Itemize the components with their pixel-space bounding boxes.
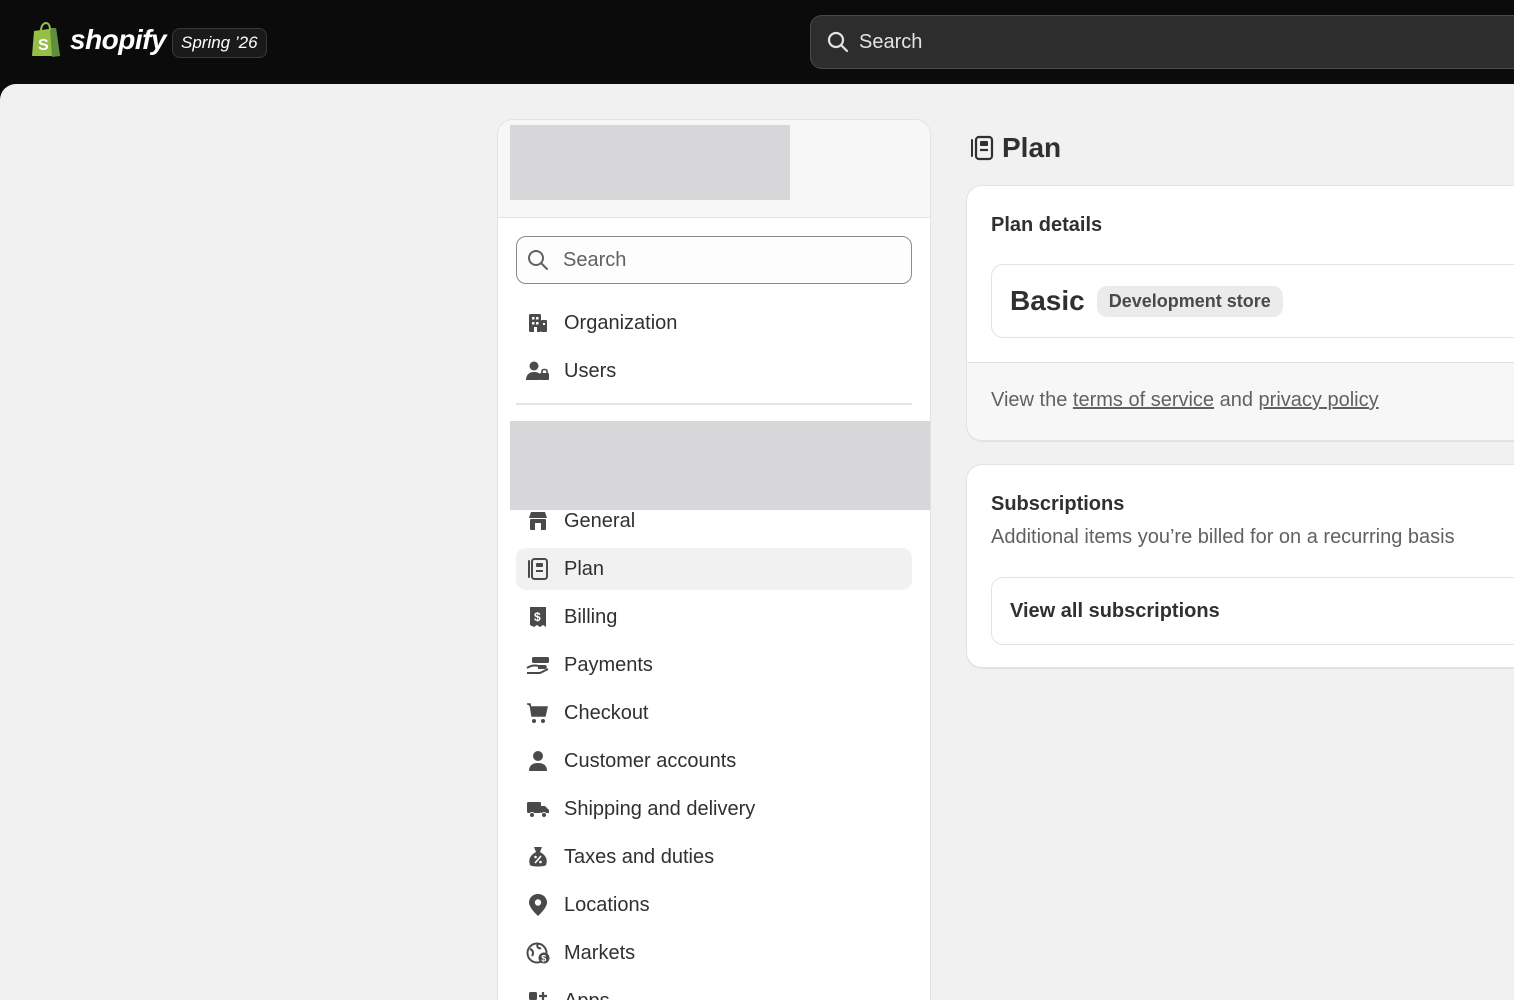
- sidebar-item-label: Customer accounts: [564, 749, 737, 772]
- edition-badge[interactable]: Spring ’26: [172, 28, 267, 58]
- status-badge: Development store: [1096, 285, 1283, 317]
- sidebar-item-label: Checkout: [564, 701, 649, 724]
- sidebar-item-label: General: [564, 509, 636, 532]
- subscriptions-title: Subscriptions: [991, 493, 1125, 515]
- shopify-wordmark: shopify: [70, 24, 167, 55]
- tax-bag-icon: [526, 845, 550, 869]
- sidebar-item-taxes[interactable]: Taxes and duties: [516, 836, 912, 878]
- sidebar-item-label: Apps: [564, 990, 610, 1000]
- sidebar-item-apps[interactable]: Apps: [516, 980, 912, 1000]
- globe-icon: $: [526, 941, 550, 965]
- plan-details-card: Plan details Basic Development store Vie…: [966, 185, 1514, 441]
- apps-icon: [526, 989, 550, 1000]
- sidebar-item-customer-accounts[interactable]: Customer accounts: [516, 740, 912, 782]
- payments-icon: [526, 653, 550, 677]
- sidebar-item-payments[interactable]: Payments: [516, 644, 912, 686]
- global-search-input[interactable]: [859, 30, 1459, 54]
- location-pin-icon: [526, 893, 550, 917]
- sidebar-divider: [516, 403, 912, 405]
- global-search[interactable]: [810, 15, 1514, 69]
- sidebar-item-shipping[interactable]: Shipping and delivery: [516, 788, 912, 830]
- redacted-section: [510, 421, 930, 510]
- sidebar-item-label: Taxes and duties: [564, 845, 715, 868]
- page-title-text: Plan: [1002, 132, 1062, 163]
- plan-name: Basic: [1010, 285, 1085, 316]
- subscriptions-card: Subscriptions Additional items you’re bi…: [966, 464, 1514, 668]
- terms-of-service-link[interactable]: terms of service: [1073, 389, 1214, 411]
- svg-text:S: S: [38, 37, 49, 54]
- store-header: [498, 120, 930, 218]
- person-icon: [526, 749, 550, 773]
- users-icon: [526, 359, 550, 383]
- footer-text-prefix: View the: [991, 389, 1073, 411]
- search-icon: [827, 31, 849, 53]
- store-icon: [526, 509, 550, 533]
- sidebar-item-locations[interactable]: Locations: [516, 884, 912, 926]
- search-icon: [527, 249, 549, 271]
- sidebar-item-label: Users: [564, 359, 617, 382]
- sidebar-item-label: Plan: [564, 557, 605, 580]
- settings-search[interactable]: [516, 236, 912, 284]
- receipt-icon: $: [526, 605, 550, 629]
- cart-icon: [526, 701, 550, 725]
- plan-icon: [526, 557, 550, 581]
- sidebar-item-label: Billing: [564, 605, 618, 628]
- sidebar-item-billing[interactable]: $ Billing: [516, 596, 912, 638]
- sidebar-item-organization[interactable]: Organization: [516, 302, 912, 344]
- sidebar-item-label: Markets: [564, 941, 636, 964]
- subscriptions-subtitle: Additional items you’re billed for on a …: [991, 526, 1455, 548]
- view-all-subscriptions-link[interactable]: View all subscriptions: [991, 577, 1514, 645]
- svg-text:$: $: [541, 954, 546, 964]
- building-icon: [526, 311, 550, 335]
- sidebar-item-label: Payments: [564, 653, 653, 676]
- shopify-bag-icon: S: [30, 21, 62, 58]
- shopify-logo[interactable]: S shopify: [30, 21, 167, 58]
- plan-details-title: Plan details: [991, 214, 1103, 236]
- sidebar-item-users[interactable]: Users: [516, 350, 912, 392]
- sidebar-item-label: Organization: [564, 311, 678, 334]
- svg-text:$: $: [534, 610, 541, 624]
- redacted-store-info: [510, 125, 790, 200]
- plan-icon: [970, 135, 994, 161]
- sidebar-item-label: Shipping and delivery: [564, 797, 756, 820]
- sidebar-item-plan[interactable]: Plan: [516, 548, 912, 590]
- plan-summary: Basic Development store: [991, 264, 1514, 338]
- truck-icon: [526, 797, 550, 821]
- sidebar-item-checkout[interactable]: Checkout: [516, 692, 912, 734]
- footer-text-mid: and: [1214, 389, 1259, 411]
- sidebar-item-markets[interactable]: $ Markets: [516, 932, 912, 974]
- settings-sidebar: Organization Users General Plan $ Billin…: [497, 119, 931, 1000]
- plan-card-footer: View the terms of service and privacy po…: [967, 362, 1514, 440]
- sidebar-item-label: Locations: [564, 893, 650, 916]
- page-title: Plan: [970, 132, 1061, 164]
- settings-search-input[interactable]: [563, 248, 883, 272]
- top-bar: S shopify Spring ’26: [0, 0, 1514, 84]
- privacy-policy-link[interactable]: privacy policy: [1259, 389, 1379, 411]
